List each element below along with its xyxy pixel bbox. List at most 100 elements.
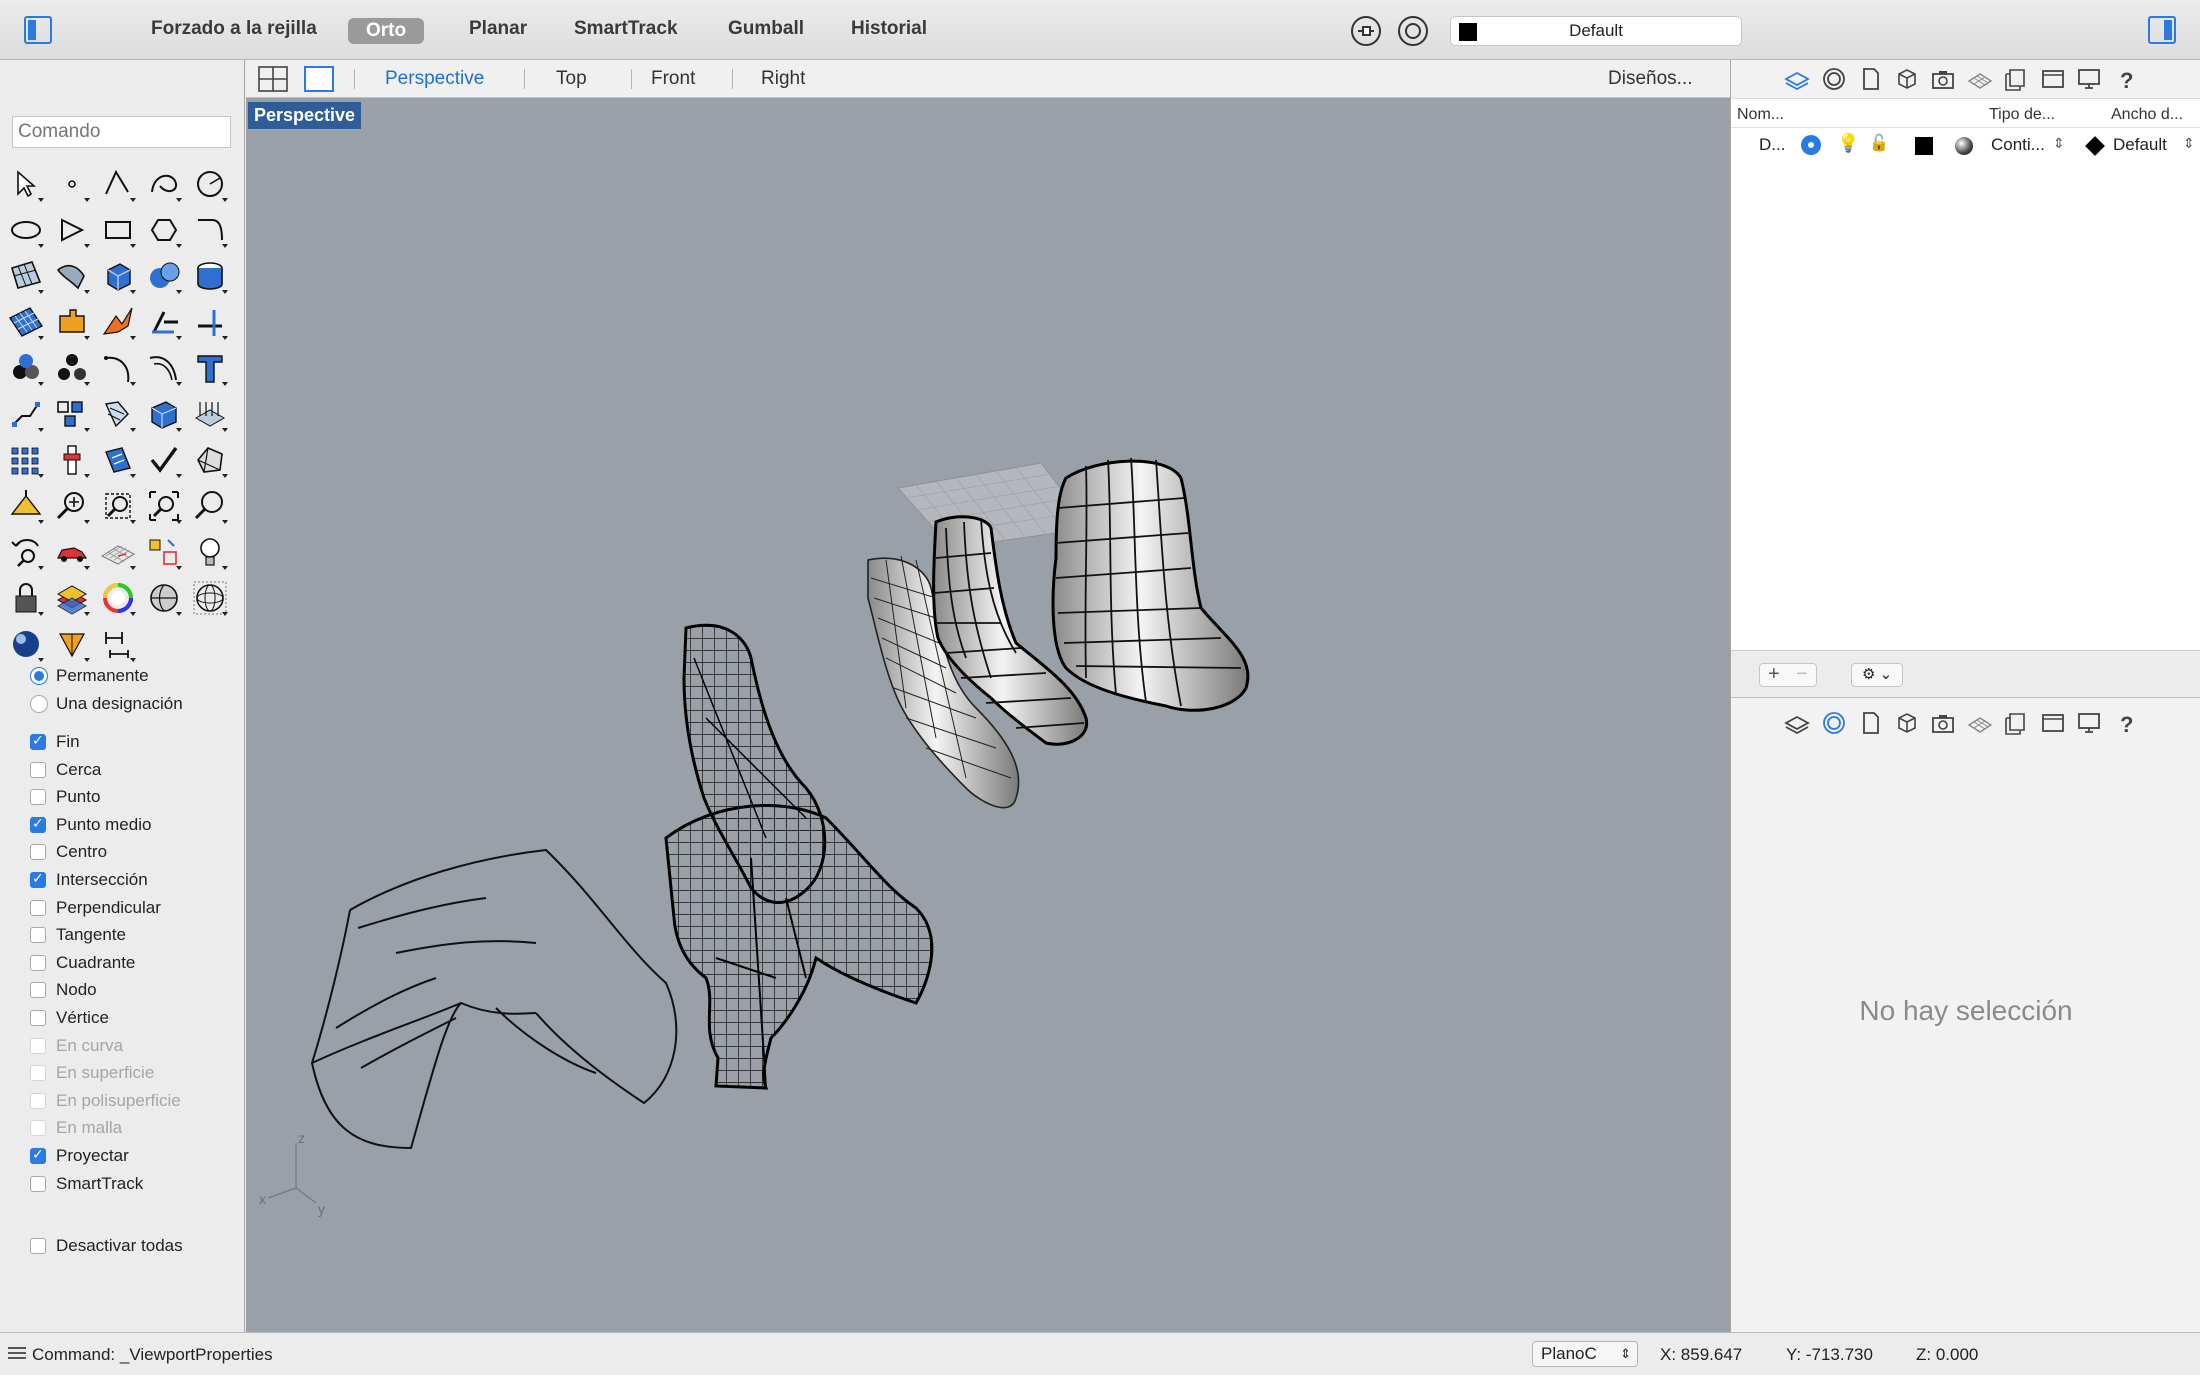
grid-tab-icon[interactable]	[1966, 66, 1994, 92]
gumball-icon[interactable]	[52, 624, 92, 664]
snap-item[interactable]: Nodo	[30, 980, 97, 1000]
display-tab-icon[interactable]	[2075, 66, 2103, 92]
layout-icon[interactable]	[144, 532, 184, 572]
array-icon[interactable]	[52, 394, 92, 434]
snap-item[interactable]: Punto medio	[30, 815, 151, 835]
group-icon[interactable]	[6, 348, 46, 388]
checkbox-icon[interactable]	[30, 1238, 46, 1254]
checkbox-icon[interactable]	[30, 732, 46, 750]
checkbox-icon[interactable]	[30, 815, 46, 833]
layers-tab-icon[interactable]	[1783, 710, 1811, 736]
checkbox-icon[interactable]	[30, 1175, 46, 1192]
command-history-icon[interactable]	[8, 1347, 26, 1361]
current-layer-select[interactable]: Default	[1450, 16, 1742, 46]
checkbox-icon[interactable]	[30, 789, 46, 806]
move-icon[interactable]	[6, 394, 46, 434]
camera-tab-icon[interactable]	[1929, 710, 1957, 736]
render-light-icon[interactable]	[6, 486, 46, 526]
snap-item[interactable]: SmartTrack	[30, 1174, 143, 1194]
help-tab-icon[interactable]: ?	[2112, 66, 2140, 93]
snap-item[interactable]: Proyectar	[30, 1146, 129, 1166]
box-solid-icon[interactable]	[98, 256, 138, 296]
col-linetype-header[interactable]: Tipo de...	[1989, 106, 2055, 124]
snap-item[interactable]: Cerca	[30, 760, 101, 780]
col-width-header[interactable]: Ancho d...	[2111, 106, 2183, 124]
document-tab-icon[interactable]	[1856, 66, 1884, 92]
surface-patch-icon[interactable]	[52, 256, 92, 296]
select-arrow-icon[interactable]	[6, 164, 46, 204]
toggle-right-panel-icon[interactable]	[2148, 16, 2176, 44]
snap-item[interactable]: Cuadrante	[30, 953, 135, 973]
layer-color-icon[interactable]	[1915, 137, 1933, 155]
grid-tab-icon[interactable]	[1966, 710, 1994, 736]
objects-tab-icon[interactable]	[1893, 710, 1921, 736]
cplane-select[interactable]: PlanoC ⇕	[1532, 1341, 1638, 1367]
grid-array-icon[interactable]	[6, 440, 46, 480]
layer-options-gear-icon[interactable]: ⚙ ⌄	[1851, 663, 1903, 687]
four-viewports-icon[interactable]	[258, 66, 288, 92]
mesh-icon[interactable]	[190, 440, 230, 480]
pipeline-icon[interactable]	[52, 440, 92, 480]
layers-tab-icon[interactable]	[1783, 66, 1811, 92]
remove-layer-icon[interactable]: −	[1796, 663, 1808, 686]
snap-item[interactable]: Fin	[30, 732, 80, 752]
snap-item[interactable]: Perpendicular	[30, 898, 161, 918]
gumball-toggle[interactable]: Gumball	[728, 18, 804, 40]
record-history-icon[interactable]	[1398, 16, 1428, 46]
rectangle-icon[interactable]	[98, 210, 138, 250]
split-icon[interactable]	[144, 302, 184, 342]
snap-item[interactable]: Intersección	[30, 870, 148, 890]
freeform-icon[interactable]	[144, 210, 184, 250]
radio-icon[interactable]	[30, 695, 48, 713]
offset-curve-icon[interactable]	[144, 348, 184, 388]
smarttrack-toggle[interactable]: SmartTrack	[574, 18, 678, 40]
zoom-in-icon[interactable]	[52, 486, 92, 526]
hatch-icon[interactable]	[190, 394, 230, 434]
layout-tab-icon[interactable]	[2002, 66, 2030, 92]
check-icon[interactable]	[144, 440, 184, 480]
fillet-curve-icon[interactable]	[190, 210, 230, 250]
history-toggle[interactable]: Historial	[851, 18, 927, 40]
car-block-icon[interactable]	[52, 532, 92, 572]
checkbox-icon[interactable]	[30, 870, 46, 888]
explode-puzzle-icon[interactable]	[52, 302, 92, 342]
snap-item[interactable]: Punto	[30, 787, 100, 807]
surface-corner-icon[interactable]	[6, 256, 46, 296]
single-viewport-icon[interactable]	[304, 66, 334, 92]
surface-grid-icon[interactable]	[6, 302, 46, 342]
col-name-header[interactable]: Nom...	[1737, 106, 1784, 124]
sphere-solid-icon[interactable]	[144, 256, 184, 296]
checkbox-icon[interactable]	[30, 899, 46, 916]
properties-tab-icon[interactable]	[1820, 710, 1848, 736]
zoom-extents-icon[interactable]	[144, 486, 184, 526]
zoom-icon[interactable]	[190, 486, 230, 526]
planar-toggle[interactable]: Planar	[469, 18, 527, 40]
toggle-left-panel-icon[interactable]	[24, 16, 52, 44]
snap-grid-toggle[interactable]: Forzado a la rejilla	[151, 18, 317, 40]
document-tab-icon[interactable]	[1856, 710, 1884, 736]
analyze-icon[interactable]	[98, 440, 138, 480]
tab-top[interactable]: Top	[556, 68, 587, 90]
linetype-chevron-icon[interactable]: ⇕	[2053, 135, 2065, 152]
trim-icon[interactable]	[190, 302, 230, 342]
width-chevron-icon[interactable]: ⇕	[2183, 135, 2195, 152]
properties-tab-icon[interactable]	[1820, 66, 1848, 92]
command-input[interactable]	[12, 116, 231, 148]
point-icon[interactable]	[52, 164, 92, 204]
checkbox-icon[interactable]	[30, 844, 46, 861]
help-tab-icon[interactable]: ?	[2112, 710, 2140, 737]
text-icon[interactable]	[190, 348, 230, 388]
viewport-tab-icon[interactable]	[2039, 66, 2067, 92]
boolean-union-icon[interactable]	[98, 302, 138, 342]
checkbox-icon[interactable]	[30, 1010, 46, 1026]
box-edit-icon[interactable]	[144, 394, 184, 434]
snap-mode-1[interactable]: Una designación	[30, 694, 183, 714]
color-wheel-icon[interactable]	[98, 578, 138, 618]
ortho-toggle[interactable]: Orto	[348, 18, 425, 44]
layer-row-width[interactable]: Default	[2113, 135, 2167, 155]
layer-row-name[interactable]: D...	[1759, 135, 1785, 155]
camera-tab-icon[interactable]	[1929, 66, 1957, 92]
rotate-view-icon[interactable]	[6, 532, 46, 572]
checkbox-icon[interactable]	[30, 982, 46, 999]
layout-tab-icon[interactable]	[2002, 710, 2030, 736]
